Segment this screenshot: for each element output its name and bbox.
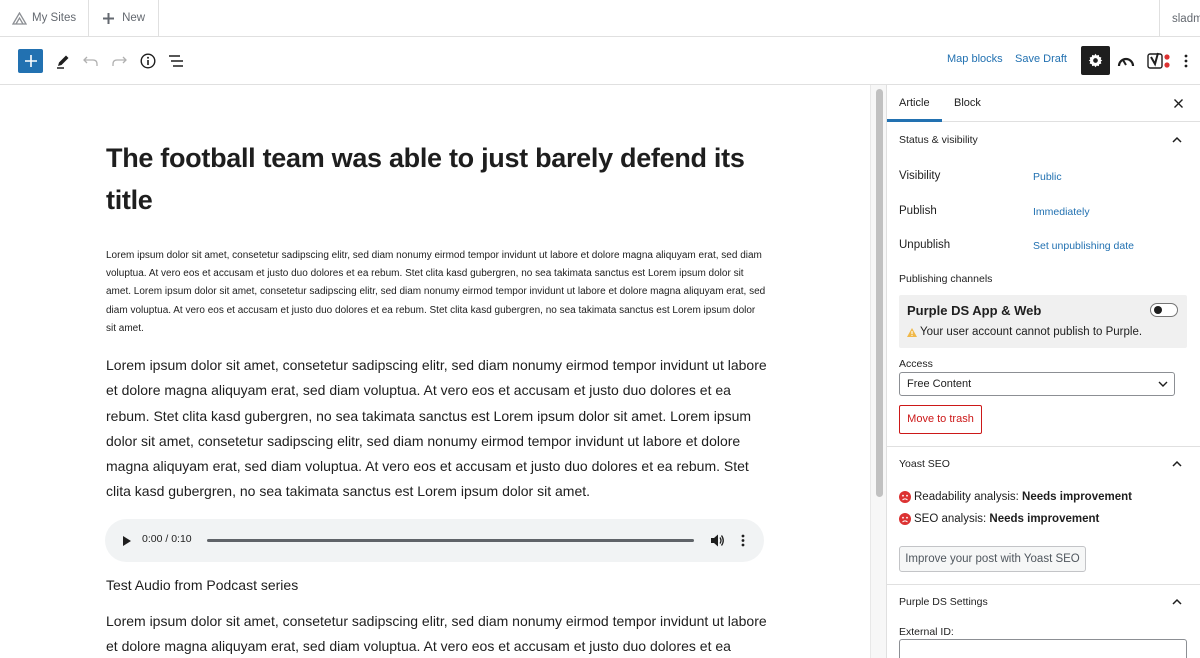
audio-time: 0:00 / 0:10 — [142, 533, 192, 545]
channel-warning-text: Your user account cannot publish to Purp… — [920, 326, 1143, 338]
redo-button[interactable] — [107, 49, 131, 73]
move-to-trash-label: Move to trash — [907, 413, 974, 425]
visibility-value[interactable]: Public — [1033, 171, 1062, 183]
block-inserter-button[interactable] — [18, 49, 43, 73]
more-vertical-icon[interactable] — [741, 534, 745, 547]
my-sites-menu[interactable]: My Sites — [0, 0, 90, 37]
plus-icon — [24, 55, 37, 67]
paragraph-block[interactable]: Lorem ipsum dolor sit amet, consetetur s… — [106, 609, 768, 658]
publishing-channel: Purple DS App & Web Your user account ca… — [899, 295, 1187, 348]
paragraph-block[interactable]: Lorem ipsum dolor sit amet, consetetur s… — [106, 353, 768, 505]
access-label: Access — [899, 358, 933, 370]
unpublish-label: Unpublish — [899, 239, 951, 251]
purple-panel-title[interactable]: Purple DS Settings — [899, 596, 988, 608]
chevron-down-icon — [1158, 381, 1168, 387]
channel-toggle[interactable] — [1150, 303, 1178, 317]
close-icon[interactable] — [1174, 99, 1183, 108]
toggle-knob — [1154, 306, 1162, 314]
status-panel-title[interactable]: Status & visibility — [899, 134, 978, 146]
undo-icon — [83, 56, 98, 66]
new-label: New — [122, 12, 146, 24]
sad-face-icon — [899, 491, 911, 503]
readability-value: Needs improvement — [1022, 491, 1132, 503]
publishing-channels-label: Publishing channels — [899, 273, 993, 285]
readability-prefix: Readability analysis: — [914, 491, 1023, 503]
chevron-up-icon[interactable] — [1171, 458, 1183, 470]
undo-button[interactable] — [79, 49, 103, 73]
map-blocks-link[interactable]: Map blocks — [947, 53, 1003, 65]
audio-progress-bar[interactable] — [207, 539, 694, 542]
tools-button[interactable] — [51, 49, 75, 73]
speedometer-icon — [1117, 57, 1135, 67]
sidebar-tabs: Article Block — [887, 85, 1200, 122]
gear-icon — [1088, 53, 1103, 68]
seo-analysis[interactable]: SEO analysis: Needs improvement — [899, 513, 1099, 525]
publish-label: Publish — [899, 205, 937, 217]
list-view-icon — [169, 55, 183, 67]
audio-player[interactable]: 0:00 / 0:10 — [105, 519, 764, 562]
plus-icon — [103, 12, 115, 24]
seo-value: Needs improvement — [989, 513, 1100, 525]
access-select-value: Free Content — [907, 378, 972, 390]
panel-divider — [887, 584, 1200, 585]
user-menu[interactable]: sladmin — [1159, 0, 1200, 37]
details-button[interactable] — [136, 49, 160, 73]
editor-canvas: The football team was able to just barel… — [0, 85, 870, 658]
visibility-label: Visibility — [899, 170, 941, 182]
channel-name: Purple DS App & Web — [907, 303, 1042, 318]
sad-face-icon — [899, 513, 911, 525]
move-to-trash-button[interactable]: Move to trash — [899, 405, 982, 434]
my-sites-label: My Sites — [32, 12, 77, 24]
list-view-button[interactable] — [164, 49, 188, 73]
access-select[interactable]: Free Content — [899, 372, 1175, 396]
performance-button[interactable] — [1114, 49, 1138, 73]
pencil-icon — [57, 55, 69, 69]
info-icon — [140, 53, 156, 69]
save-draft-button[interactable]: Save Draft — [1015, 53, 1067, 65]
yoast-icon — [1147, 52, 1170, 69]
user-label: sladmin — [1172, 12, 1200, 25]
scrollbar-thumb[interactable] — [876, 89, 883, 497]
options-menu-button[interactable] — [1178, 49, 1194, 73]
chevron-up-icon[interactable] — [1171, 134, 1183, 146]
yoast-button[interactable] — [1147, 49, 1171, 73]
readability-analysis[interactable]: Readability analysis: Needs improvement — [899, 491, 1132, 503]
admin-bar: My Sites New sladmin — [0, 0, 1200, 37]
external-id-input[interactable] — [899, 639, 1187, 658]
yoast-panel-title[interactable]: Yoast SEO — [899, 458, 950, 470]
play-icon[interactable] — [123, 536, 131, 546]
volume-icon[interactable] — [711, 534, 725, 547]
settings-sidebar: Article Block Status & visibility Visibi… — [887, 85, 1200, 658]
seo-prefix: SEO analysis: — [914, 513, 990, 525]
improve-with-yoast-button[interactable]: Improve your post with Yoast SEO — [899, 546, 1086, 572]
redo-icon — [112, 56, 127, 66]
paragraph-block[interactable]: Lorem ipsum dolor sit amet, consetetur s… — [106, 247, 768, 338]
warning-icon — [907, 327, 917, 337]
post-title[interactable]: The football team was able to just barel… — [106, 137, 756, 221]
external-id-label: External ID: — [899, 626, 954, 638]
tab-article[interactable]: Article — [887, 85, 942, 122]
tab-block[interactable]: Block — [942, 85, 993, 122]
tab-block-label: Block — [954, 97, 981, 109]
unpublish-value[interactable]: Set unpublishing date — [1033, 240, 1134, 252]
chevron-up-icon[interactable] — [1171, 596, 1183, 608]
tab-article-label: Article — [899, 97, 930, 109]
editor-toolbar: Map blocks Save Draft — [0, 37, 1200, 85]
sites-icon — [12, 11, 27, 25]
panel-divider — [887, 446, 1200, 447]
publish-value[interactable]: Immediately — [1033, 206, 1090, 218]
improve-with-yoast-label: Improve your post with Yoast SEO — [905, 553, 1080, 565]
new-menu[interactable]: New — [89, 0, 160, 37]
more-vertical-icon — [1184, 54, 1188, 68]
settings-button[interactable] — [1081, 46, 1110, 75]
audio-caption[interactable]: Test Audio from Podcast series — [106, 577, 298, 593]
content-scrollbar[interactable] — [870, 85, 887, 658]
channel-warning: Your user account cannot publish to Purp… — [907, 326, 1142, 338]
